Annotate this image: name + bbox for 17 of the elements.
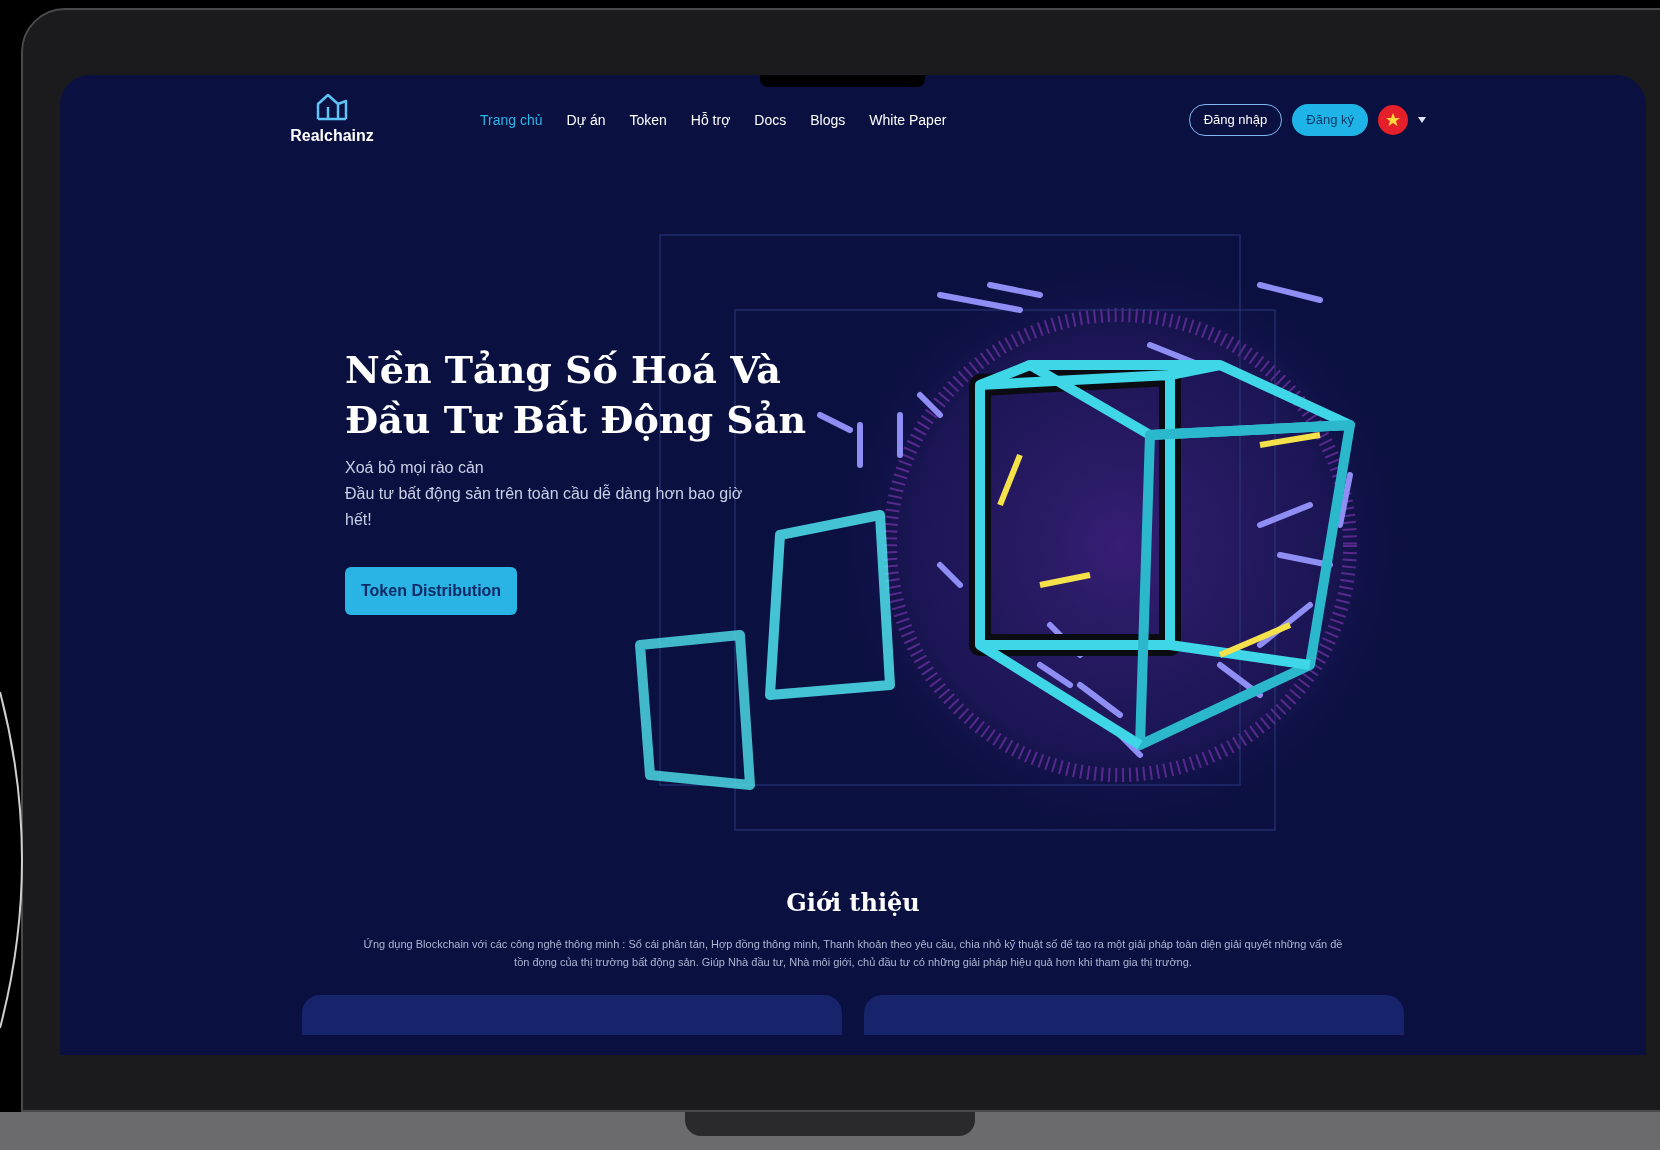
nav-link[interactable]: Docs bbox=[754, 109, 787, 131]
intro-paragraph: Ứng dụng Blockchain với các công nghệ thông minh : Sổ cái phân tán, Hợp đồng thông minh, Thanh khoản theo yêu cầu, chia nhỏ kỹ thuật số để tạo ra một giải pháp toàn diện giải quyết những vấn đề tồn đọng của thị trường bất động sản. Giúp Nhà đầu tư, Nhà môi giới, chủ đầu tư có những giải pháp hiệu quả hơn khi tham gia thị trường. bbox=[363, 937, 1343, 970]
register-button[interactable]: Đăng ký bbox=[1292, 104, 1368, 136]
nav-link[interactable]: Trang chủ bbox=[480, 109, 543, 131]
flag-icon bbox=[1378, 105, 1408, 135]
token-distribution-button[interactable]: Token Distribution bbox=[345, 567, 518, 615]
hero-subtitle: Xoá bỏ mọi rào cản Đầu tư bất động sản trên toàn cầu dễ dàng hơn bao giờ hết! bbox=[345, 458, 744, 530]
house-logo-icon bbox=[315, 92, 349, 122]
nav-link[interactable]: Blogs bbox=[810, 109, 846, 131]
section-title: Giới thiệu bbox=[786, 887, 920, 919]
nav-link[interactable]: Dự án bbox=[566, 109, 606, 131]
nav-link[interactable]: White Paper bbox=[869, 109, 947, 131]
nav-link[interactable]: Token bbox=[629, 109, 667, 131]
caret-icon[interactable] bbox=[1418, 117, 1426, 123]
nav-link[interactable]: Hỗ trợ bbox=[690, 109, 731, 131]
hero-title: Nền Tảng Số Hoá Và Đầu Tư Bất Động Sản bbox=[345, 346, 808, 444]
logo-text: Realchainz bbox=[290, 126, 374, 146]
